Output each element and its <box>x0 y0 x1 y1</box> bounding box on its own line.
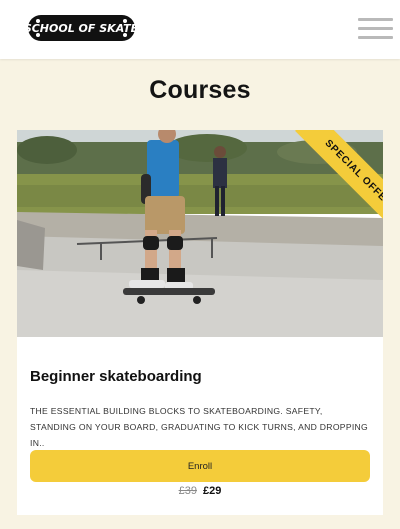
page-title: Courses <box>149 76 251 104</box>
course-photo[interactable] <box>17 130 383 337</box>
logo-text: SCHOOL OF SKATE <box>24 22 139 35</box>
hamburger-line <box>358 27 393 30</box>
course-title[interactable]: Beginner skateboarding <box>30 368 202 385</box>
course-card: SPECIAL OFFER Beginner skateboarding THE… <box>17 130 383 515</box>
sale-price: £29 <box>203 485 222 497</box>
hamburger-line <box>358 36 393 39</box>
course-description: THE ESSENTIAL BUILDING BLOCKS TO SKATEBO… <box>30 406 369 448</box>
site-header: SCHOOL OF SKATE <box>0 0 400 59</box>
school-of-skate-logo[interactable]: SCHOOL OF SKATE <box>24 12 139 44</box>
price-row: £39 £29 <box>17 485 383 497</box>
hamburger-icon[interactable] <box>358 18 393 40</box>
enroll-button[interactable]: Enroll <box>30 450 370 482</box>
old-price: £39 <box>178 485 197 497</box>
hamburger-line <box>358 18 393 21</box>
